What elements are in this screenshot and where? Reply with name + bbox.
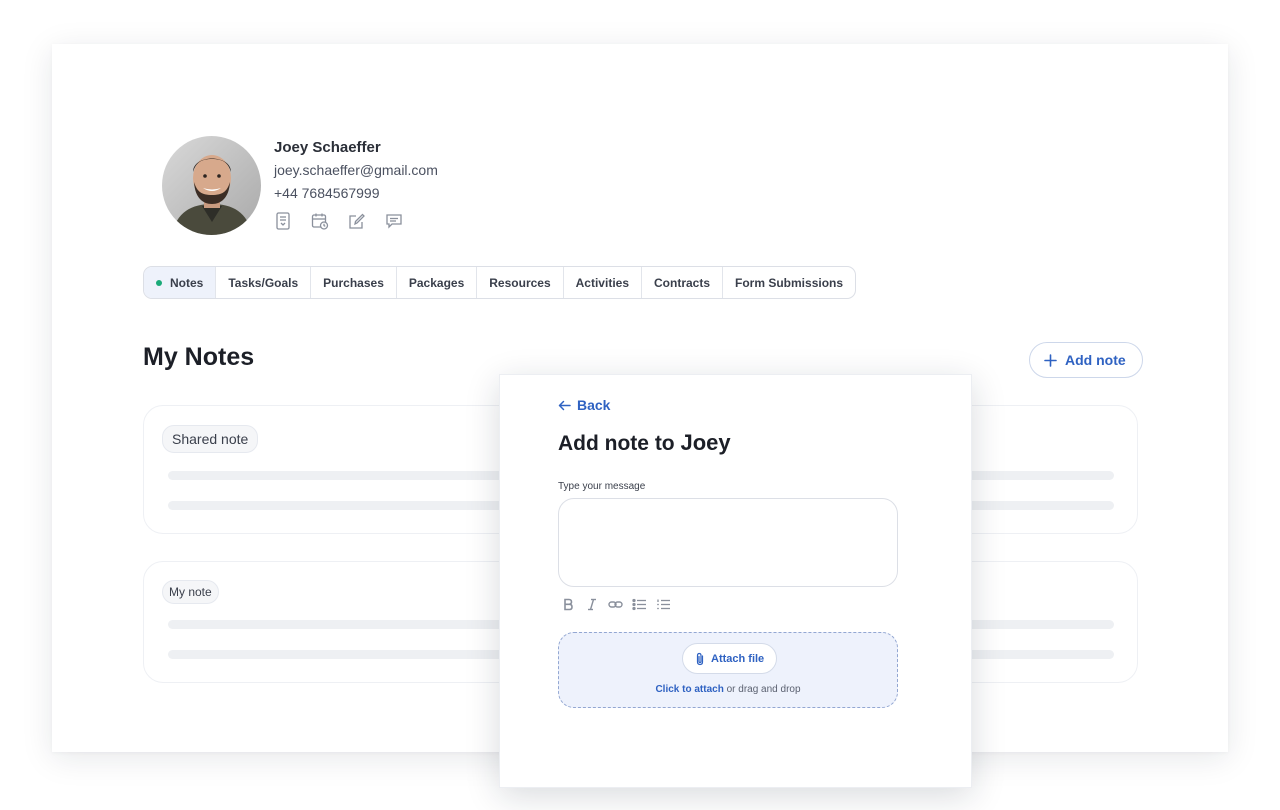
bold-icon[interactable]: [560, 597, 575, 612]
screen: Joey Schaeffer joey.schaeffer@gmail.com …: [0, 0, 1280, 810]
message-label: Type your message: [558, 481, 646, 492]
note-label: Shared note: [162, 425, 259, 453]
tab-resources[interactable]: Resources: [477, 267, 564, 298]
drop-hint: Click to attach or drag and drop: [559, 684, 897, 695]
tab-purchases[interactable]: Purchases: [311, 267, 397, 298]
chat-icon[interactable]: [383, 210, 405, 232]
paperclip-icon: [696, 652, 704, 665]
active-dot: [156, 279, 162, 286]
invoice-icon[interactable]: [272, 210, 294, 232]
avatar: [162, 136, 261, 235]
tab-label: Notes: [170, 275, 204, 290]
numbered-list-icon[interactable]: [656, 597, 671, 612]
tab-label: Form Submissions: [735, 275, 844, 290]
add-note-label: Add note: [1065, 352, 1126, 368]
modal-title-name: Joey: [680, 430, 731, 455]
tab-contracts[interactable]: Contracts: [642, 267, 724, 298]
tab-label: Tasks/Goals: [228, 275, 299, 290]
tab-label: Packages: [408, 275, 465, 290]
add-note-modal: Back Add note to Joey Type your message: [499, 374, 972, 788]
format-toolbar: [560, 597, 671, 612]
italic-icon[interactable]: [584, 597, 599, 612]
click-to-attach-link[interactable]: Click to attach: [655, 684, 723, 695]
tab-packages[interactable]: Packages: [397, 267, 478, 298]
file-dropzone[interactable]: Attach file Click to attach or drag and …: [558, 632, 898, 708]
avatar-photo: [162, 136, 261, 235]
page-title: My Notes: [143, 343, 255, 371]
tab-label: Contracts: [654, 275, 711, 290]
profile-name: Joey Schaeffer: [274, 139, 381, 156]
bullet-list-icon[interactable]: [632, 597, 647, 612]
profile-tabs: Notes Tasks/Goals Purchases Packages Res…: [143, 266, 857, 299]
drop-hint-text: or drag and drop: [723, 684, 801, 695]
message-input[interactable]: [558, 498, 898, 587]
arrow-left-icon: [558, 400, 571, 410]
profile-phone: +44 7684567999: [274, 185, 380, 201]
attach-file-button[interactable]: Attach file: [682, 643, 778, 674]
modal-title-prefix: Add note to: [558, 432, 675, 455]
plus-icon: [1044, 353, 1057, 367]
profile-actions: [272, 210, 405, 232]
tab-form-submissions[interactable]: Form Submissions: [723, 267, 855, 298]
note-label: My note: [162, 580, 219, 604]
back-link[interactable]: Back: [558, 397, 610, 413]
calendar-icon[interactable]: [309, 210, 331, 232]
attach-file-label: Attach file: [711, 652, 765, 665]
add-note-button[interactable]: Add note: [1029, 342, 1143, 378]
tab-activities[interactable]: Activities: [564, 267, 642, 298]
edit-icon[interactable]: [346, 210, 368, 232]
link-icon[interactable]: [608, 597, 623, 612]
profile-email: joey.schaeffer@gmail.com: [274, 162, 438, 178]
tab-notes[interactable]: Notes: [144, 267, 217, 298]
tab-tasks-goals[interactable]: Tasks/Goals: [216, 267, 312, 298]
tab-label: Activities: [575, 275, 629, 290]
tab-label: Resources: [489, 275, 551, 290]
back-label: Back: [577, 397, 611, 413]
tab-label: Purchases: [323, 275, 384, 290]
modal-title: Add note to Joey: [558, 430, 731, 456]
